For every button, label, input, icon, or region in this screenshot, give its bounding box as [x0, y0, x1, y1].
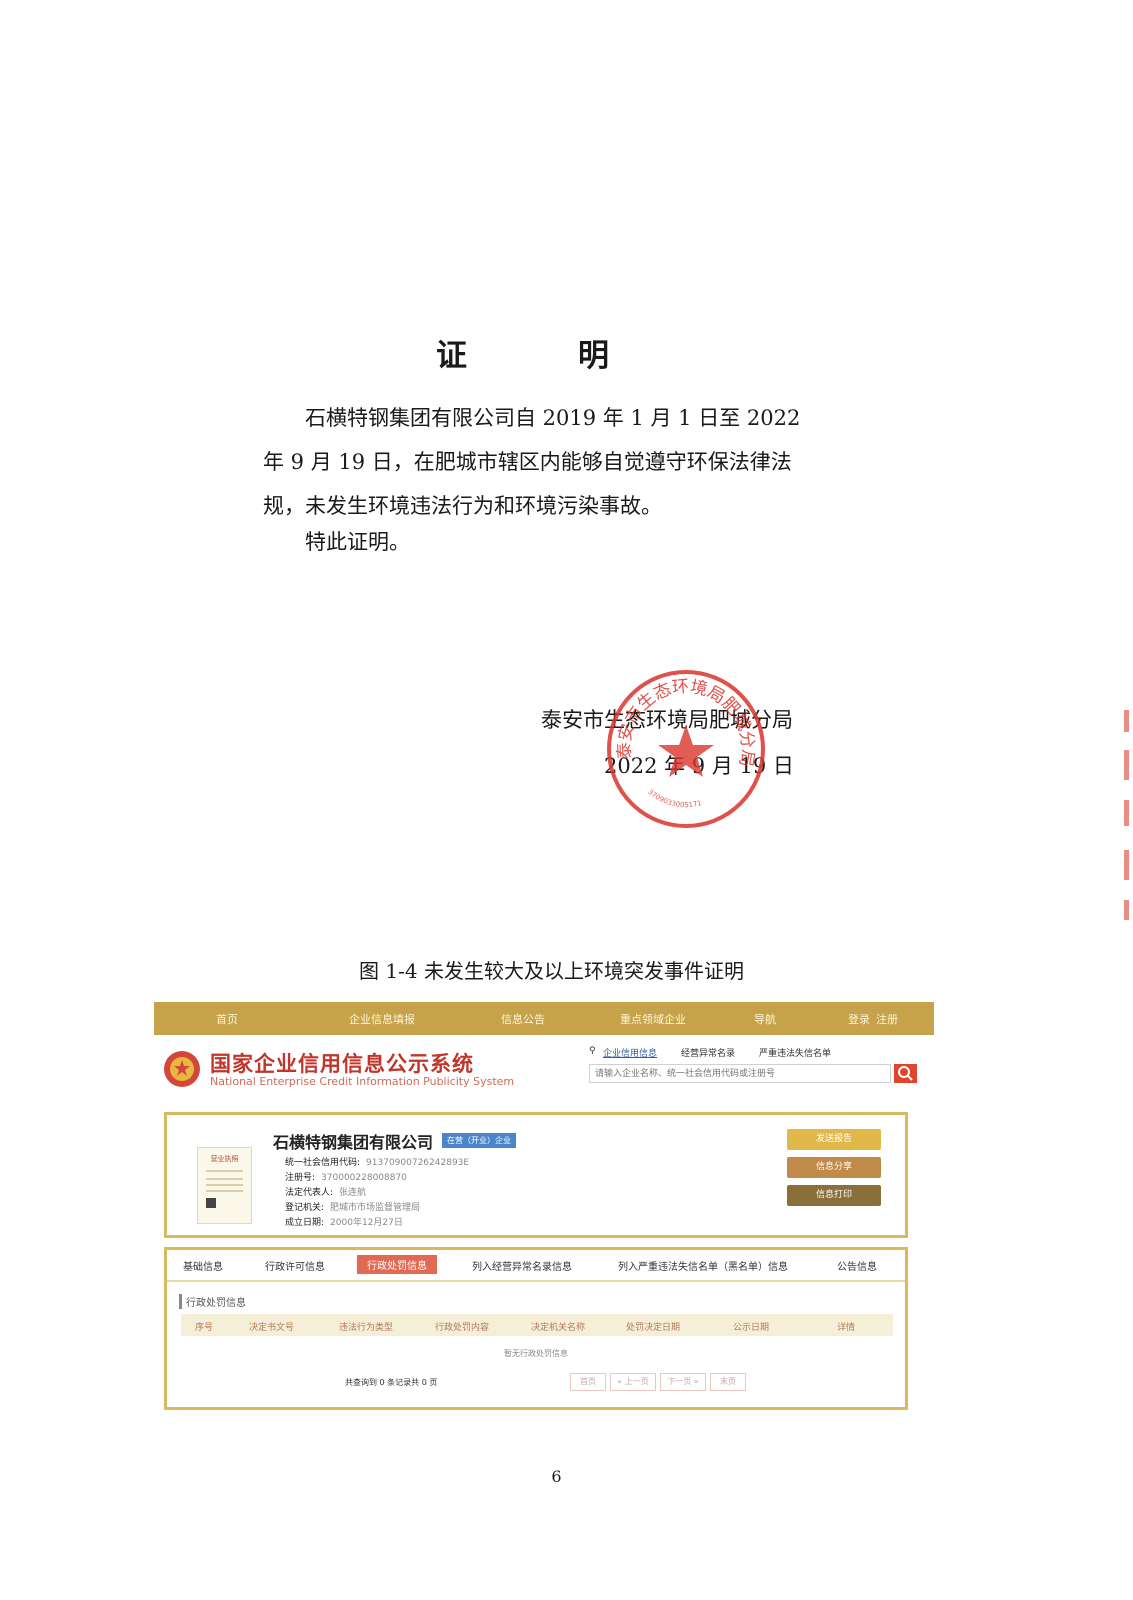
page-edge-stamp-icon	[1124, 710, 1129, 920]
established-value: 2000年12月27日	[330, 1218, 403, 1228]
credit-code-label: 统一社会信用代码:	[285, 1158, 361, 1168]
info-row-credit-code: 统一社会信用代码: 91370900726242893E	[285, 1155, 469, 1168]
table-header: 序号 决定书文号 违法行为类型 行政处罚内容 决定机关名称 处罚决定日期 公示日…	[181, 1314, 893, 1336]
search-input[interactable]	[589, 1064, 891, 1083]
tab-announcements[interactable]: 公告信息	[837, 1258, 877, 1273]
site-title: 国家企业信用信息公示系统	[210, 1052, 474, 1076]
info-row-registration-authority: 登记机关: 肥城市市场监督管理局	[285, 1200, 420, 1213]
pager-summary: 共查询到 0 条记录共 0 页	[345, 1378, 438, 1387]
established-label: 成立日期:	[285, 1218, 325, 1228]
nav-login[interactable]: 登录	[848, 1011, 870, 1027]
column-header: 违法行为类型	[339, 1323, 394, 1333]
search-tab-abnormal[interactable]: 经营异常名录	[681, 1046, 735, 1059]
reg-number-value: 370000228008870	[321, 1173, 407, 1183]
tab-abnormal-list[interactable]: 列入经营异常名录信息	[472, 1258, 572, 1273]
legal-rep-value: 张连航	[339, 1188, 367, 1198]
page-number: 6	[551, 1467, 562, 1486]
credit-code-value: 91370900726242893E	[366, 1158, 470, 1168]
credit-system-screenshot: 首页 企业信息填报 信息公告 重点领域企业 导航 登录 注册 国家企业信用信息公…	[154, 1002, 934, 1432]
tab-basic-info[interactable]: 基础信息	[183, 1258, 223, 1273]
print-info-button[interactable]: 信息打印	[787, 1185, 881, 1206]
search-magnifier-icon: ⚲	[589, 1046, 596, 1056]
certificate-closing: 特此证明。	[305, 530, 410, 554]
registration-authority-label: 登记机关:	[285, 1203, 325, 1213]
tab-admin-penalty[interactable]: 行政处罚信息	[357, 1255, 437, 1274]
info-tabbar: 基础信息 行政许可信息 行政处罚信息 列入经营异常名录信息 列入严重违法失信名单…	[167, 1250, 905, 1282]
pager-next-button[interactable]: 下一页 »	[660, 1373, 706, 1391]
info-panel: 基础信息 行政许可信息 行政处罚信息 列入经营异常名录信息 列入严重违法失信名单…	[164, 1247, 908, 1410]
company-card: 营业执照 石横特钢集团有限公司 在营（开业）企业 统一社会信用代码: 913709…	[164, 1112, 908, 1238]
status-badge: 在营（开业）企业	[442, 1133, 516, 1148]
search-icon	[898, 1066, 913, 1081]
info-row-reg-number: 注册号: 370000228008870	[285, 1170, 407, 1183]
column-header: 详情	[837, 1323, 856, 1333]
business-license-thumbnail[interactable]: 营业执照	[197, 1147, 252, 1224]
license-title: 营业执照	[210, 1155, 239, 1163]
info-row-established: 成立日期: 2000年12月27日	[285, 1215, 403, 1228]
nav-key-industries[interactable]: 重点领域企业	[620, 1011, 686, 1027]
column-header: 序号	[195, 1323, 214, 1333]
nav-home[interactable]: 首页	[216, 1011, 238, 1027]
certificate-title: 证 明	[436, 338, 649, 374]
tab-admin-license[interactable]: 行政许可信息	[265, 1258, 325, 1273]
search-button[interactable]	[894, 1064, 917, 1083]
company-name: 石横特钢集团有限公司	[273, 1133, 434, 1152]
figure-caption: 图 1-4 未发生较大及以上环境突发事件证明	[359, 959, 744, 983]
info-row-legal-rep: 法定代表人: 张连航	[285, 1185, 366, 1198]
legal-rep-label: 法定代表人:	[285, 1188, 334, 1198]
column-header: 公示日期	[733, 1323, 770, 1333]
reg-number-label: 注册号:	[285, 1173, 316, 1183]
site-subtitle: National Enterprise Credit Information P…	[210, 1075, 515, 1088]
nav-guide[interactable]: 导航	[754, 1011, 776, 1027]
empty-table-message: 暂无行政处罚信息	[504, 1349, 568, 1358]
pager-first-button[interactable]: 首页	[570, 1373, 606, 1391]
svg-text:3709033005171: 3709033005171	[646, 788, 702, 809]
certificate-body: 石横特钢集团有限公司自 2019 年 1 月 1 日至 2022 年 9 月 1…	[263, 406, 801, 518]
column-header: 处罚决定日期	[626, 1323, 681, 1333]
column-header: 决定机关名称	[531, 1323, 586, 1333]
send-report-button[interactable]: 发送报告	[787, 1129, 881, 1150]
tab-blacklist[interactable]: 列入严重违法失信名单（黑名单）信息	[618, 1258, 788, 1273]
official-seal-icon: 泰安市生态环境局肥城分局 3709033005171	[607, 670, 765, 828]
share-info-button[interactable]: 信息分享	[787, 1157, 881, 1178]
nav-annual-report[interactable]: 企业信息填报	[349, 1011, 415, 1027]
nav-announcements[interactable]: 信息公告	[501, 1011, 545, 1027]
pager-prev-button[interactable]: « 上一页	[610, 1373, 656, 1391]
section-heading: 行政处罚信息	[179, 1294, 246, 1309]
registration-authority-value: 肥城市市场监督管理局	[330, 1203, 421, 1213]
column-header: 行政处罚内容	[435, 1323, 490, 1333]
search-tab-blacklist[interactable]: 严重违法失信名单	[759, 1046, 831, 1059]
search-tab-credit[interactable]: 企业信用信息	[603, 1046, 657, 1059]
top-navigation-bar: 首页 企业信息填报 信息公告 重点领域企业 导航 登录 注册	[154, 1002, 934, 1035]
national-emblem-icon	[164, 1051, 200, 1087]
pager-last-button[interactable]: 末页	[710, 1373, 746, 1391]
nav-register[interactable]: 注册	[876, 1011, 898, 1027]
column-header: 决定书文号	[249, 1323, 295, 1333]
